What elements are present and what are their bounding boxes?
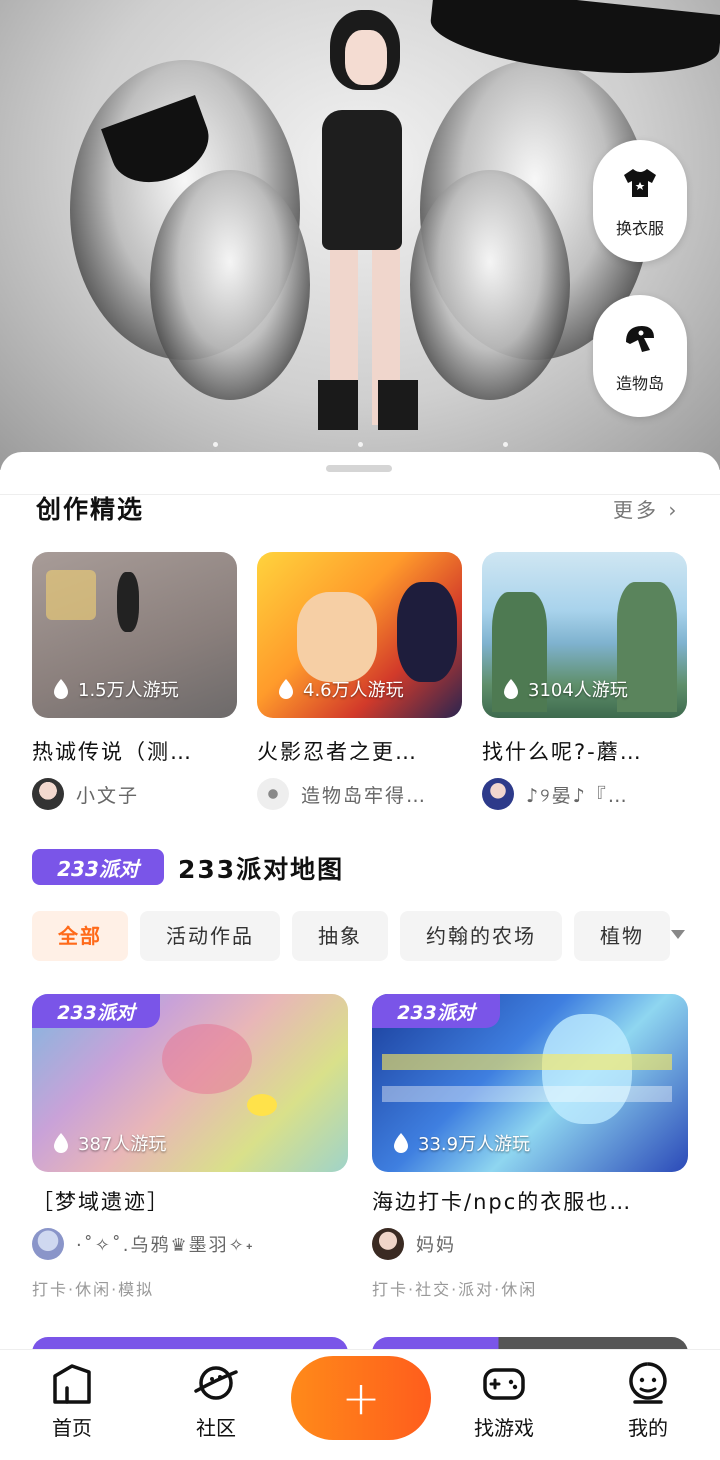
planet-icon xyxy=(194,1366,238,1400)
creation-section-title: 创作精选 xyxy=(36,495,145,524)
thumb-face-2 xyxy=(397,582,457,682)
game-title: 海边打卡/npc的衣服也… xyxy=(372,1190,633,1214)
island-icon xyxy=(626,326,654,352)
party-badge: 233派对 xyxy=(372,994,500,1028)
author-name: ·˚✧˚.乌鸦♛墨羽✧˖ xyxy=(76,1235,255,1256)
game-thumbnail: 3104人游玩 xyxy=(482,552,687,718)
play-count: 33.9万人游玩 xyxy=(392,1130,530,1156)
change-outfit-button[interactable]: 换衣服 xyxy=(593,140,687,262)
bottom-navigation: 首页 社区 + 找游戏 我的 xyxy=(0,1350,720,1460)
avatar xyxy=(32,778,64,810)
creation-card[interactable]: 3104人游玩 找什么呢?-蘑… ♪୨晏♪『… xyxy=(482,552,687,810)
carousel-dots xyxy=(0,432,720,451)
avatar xyxy=(372,1228,404,1260)
play-count-text: 387人游玩 xyxy=(78,1134,167,1155)
profile-icon xyxy=(629,1362,667,1404)
chip-abstract[interactable]: 抽象 xyxy=(292,911,388,961)
game-author[interactable]: 妈妈 xyxy=(372,1228,688,1260)
plus-icon: + xyxy=(341,1371,381,1425)
thumb-text-band-2 xyxy=(382,1086,672,1102)
nav-home-label: 首页 xyxy=(52,1416,92,1440)
game-tags: 打卡·社交·派对·休闲 xyxy=(372,1280,538,1299)
game-title: 找什么呢?-蘑… xyxy=(482,740,643,764)
game-author[interactable]: 小文子 xyxy=(32,778,237,810)
character-dress xyxy=(322,110,402,250)
nav-community-label: 社区 xyxy=(196,1416,236,1440)
game-thumbnail: 1.5万人游玩 xyxy=(32,552,237,718)
game-author[interactable]: ♪୨晏♪『… xyxy=(482,778,687,810)
party-card[interactable]: 233派对 33.9万人游玩 海边打卡/npc的衣服也… 妈妈 打卡·社交·派对… xyxy=(372,994,688,1300)
chevron-down-icon[interactable] xyxy=(671,930,685,939)
game-author[interactable]: ·˚✧˚.乌鸦♛墨羽✧˖ xyxy=(32,1228,348,1260)
play-count: 4.6万人游玩 xyxy=(277,676,404,702)
party-badge: 233派对 xyxy=(32,994,160,1028)
play-count-text: 1.5万人游玩 xyxy=(78,680,179,701)
gamepad-icon xyxy=(483,1368,525,1400)
game-title: ［梦域遗迹］ xyxy=(32,1190,170,1214)
avatar xyxy=(482,778,514,810)
thumb-face xyxy=(297,592,377,682)
game-author[interactable]: 造物岛牢得… xyxy=(257,778,462,810)
thumb-items xyxy=(46,570,96,620)
play-count: 1.5万人游玩 xyxy=(52,676,179,702)
right-tail xyxy=(410,170,570,400)
flame-icon xyxy=(54,679,68,699)
flame-icon xyxy=(279,679,293,699)
sheet-drag-handle[interactable] xyxy=(326,465,392,472)
game-thumbnail: 4.6万人游玩 xyxy=(257,552,462,718)
character-face xyxy=(345,30,387,85)
character-boots xyxy=(318,380,418,430)
create-island-button[interactable]: 造物岛 xyxy=(593,295,687,417)
play-count-text: 3104人游玩 xyxy=(528,680,628,701)
play-count-text: 33.9万人游玩 xyxy=(418,1134,531,1155)
category-chips[interactable]: 全部 活动作品 抽象 约翰的农场 植物 xyxy=(32,911,692,963)
party-card[interactable]: 233派对 387人游玩 ［梦域遗迹］ ·˚✧˚.乌鸦♛墨羽✧˖ 打卡·休闲·模… xyxy=(32,994,348,1300)
party-section-title: 233派对地图 xyxy=(178,855,345,884)
thumb-tree xyxy=(162,1024,252,1094)
nav-me[interactable]: 我的 xyxy=(593,1358,703,1441)
play-count: 387人游玩 xyxy=(52,1130,166,1156)
creation-card[interactable]: 1.5万人游玩 热诚传说（测… 小文子 xyxy=(32,552,237,810)
content-sheet[interactable]: 创作精选 更多 › 1.5万人游玩 热诚传说（测… 小文子 4.6万人游玩 火影… xyxy=(0,452,720,1352)
author-name: 妈妈 xyxy=(416,1235,456,1256)
party-logo: 233派对 xyxy=(32,849,164,885)
chip-johns-farm[interactable]: 约翰的农场 xyxy=(400,911,562,961)
flame-icon xyxy=(504,679,518,699)
flame-icon xyxy=(394,1133,408,1153)
nav-community[interactable]: 社区 xyxy=(161,1358,271,1441)
author-name: 小文子 xyxy=(76,784,140,807)
left-tail xyxy=(150,170,310,400)
more-link[interactable]: 更多 › xyxy=(613,494,679,523)
game-thumbnail: 233派对 387人游玩 xyxy=(32,994,348,1172)
game-title: 热诚传说（测… xyxy=(32,740,193,764)
play-count: 3104人游玩 xyxy=(502,676,628,702)
thumb-duck xyxy=(247,1094,277,1116)
thumb-figure xyxy=(117,572,139,632)
game-thumbnail: 233派对 33.9万人游玩 xyxy=(372,994,688,1172)
author-name: ♪୨晏♪『… xyxy=(526,784,629,807)
nav-home[interactable]: 首页 xyxy=(17,1358,127,1441)
author-name: 造物岛牢得… xyxy=(301,784,428,807)
game-title: 火影忍者之更… xyxy=(257,740,418,764)
thumb-text-band xyxy=(382,1054,672,1070)
flame-icon xyxy=(54,1133,68,1153)
home-icon xyxy=(53,1364,91,1404)
create-button[interactable]: + xyxy=(291,1356,431,1440)
more-label: 更多 xyxy=(613,498,659,522)
create-island-label: 造物岛 xyxy=(615,374,664,393)
chevron-right-icon: › xyxy=(668,498,680,522)
nav-find-games[interactable]: 找游戏 xyxy=(449,1358,559,1441)
change-outfit-label: 换衣服 xyxy=(615,219,664,238)
avatar xyxy=(257,778,289,810)
creation-card[interactable]: 4.6万人游玩 火影忍者之更… 造物岛牢得… xyxy=(257,552,462,810)
shirt-icon xyxy=(624,169,656,197)
nav-me-label: 我的 xyxy=(628,1416,668,1440)
play-count-text: 4.6万人游玩 xyxy=(303,680,404,701)
chip-activity[interactable]: 活动作品 xyxy=(140,911,280,961)
avatar xyxy=(32,1228,64,1260)
nav-find-games-label: 找游戏 xyxy=(474,1416,534,1440)
chip-plants[interactable]: 植物 xyxy=(574,911,670,961)
chip-all[interactable]: 全部 xyxy=(32,911,128,961)
game-tags: 打卡·休闲·模拟 xyxy=(32,1280,155,1299)
